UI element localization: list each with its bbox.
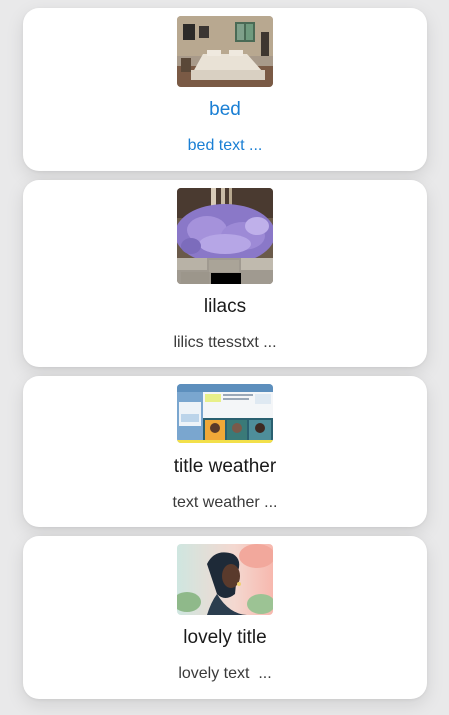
portrait-image bbox=[177, 544, 273, 615]
item-description: bed text ... bbox=[187, 137, 263, 154]
item-description: lilics ttesstxt ... bbox=[173, 334, 277, 351]
item-title: lilacs bbox=[203, 296, 247, 317]
lilacs-image bbox=[177, 188, 273, 284]
list-item[interactable]: title weather text weather ... bbox=[23, 376, 427, 527]
item-title: bed bbox=[209, 99, 241, 120]
item-thumbnail bbox=[177, 384, 273, 443]
list-item[interactable]: lovely title lovely text ... bbox=[23, 536, 427, 699]
weather-page-image bbox=[177, 384, 273, 443]
card-list: bed bed text ... lilacs lilics ttesstxt … bbox=[0, 0, 449, 715]
item-thumbnail bbox=[177, 16, 273, 87]
item-description: lovely text ... bbox=[178, 665, 272, 682]
item-thumbnail bbox=[177, 188, 273, 284]
bedroom-image bbox=[177, 16, 273, 87]
item-thumbnail bbox=[177, 544, 273, 615]
item-description: text weather ... bbox=[172, 494, 278, 511]
item-title: lovely title bbox=[183, 627, 267, 648]
list-item[interactable]: bed bed text ... bbox=[23, 8, 427, 171]
item-title: title weather bbox=[173, 456, 277, 477]
list-item[interactable]: lilacs lilics ttesstxt ... bbox=[23, 180, 427, 367]
